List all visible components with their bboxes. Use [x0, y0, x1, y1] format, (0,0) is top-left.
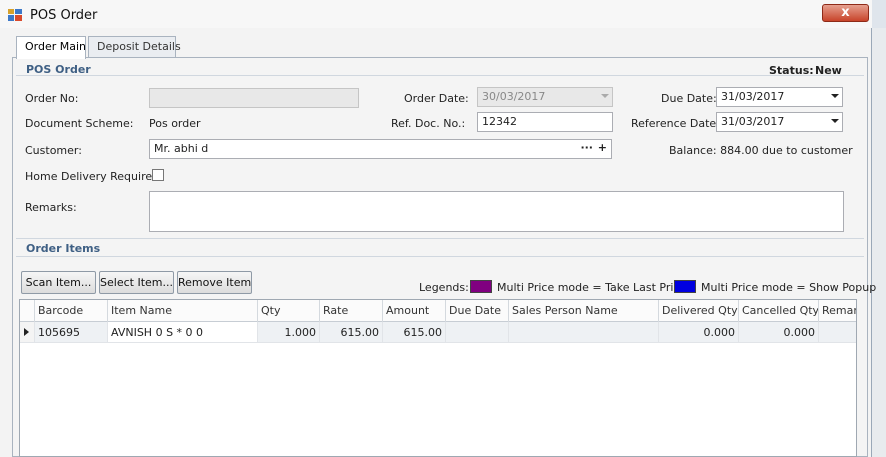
chevron-down-icon[interactable]	[831, 119, 839, 123]
window-title: POS Order	[30, 8, 98, 23]
background-window-edge	[872, 28, 886, 457]
ellipsis-icon[interactable]: ···	[580, 141, 593, 154]
customer-value: Mr. abhi d	[154, 142, 209, 155]
add-icon[interactable]: +	[598, 141, 607, 154]
pos-order-window: POS Order x Order Main Deposit Details P…	[0, 0, 876, 457]
column-header-cancelled-qty[interactable]: Cancelled Qty	[739, 300, 819, 322]
column-header-qty[interactable]: Qty	[258, 300, 320, 322]
column-header-amount[interactable]: Amount	[383, 300, 446, 322]
order-date-value: 30/03/2017	[482, 90, 546, 103]
scan-item-button[interactable]: Scan Item...	[21, 271, 96, 294]
column-header-item-name[interactable]: Item Name	[108, 300, 258, 322]
tab-order-main[interactable]: Order Main	[16, 36, 86, 59]
remarks-label: Remarks:	[25, 201, 77, 214]
ref-doc-no-input[interactable]: 12342	[477, 112, 613, 132]
remarks-textarea[interactable]	[149, 191, 844, 232]
tab-deposit-details[interactable]: Deposit Details	[88, 36, 181, 58]
column-header-remarks[interactable]: Remar	[819, 300, 856, 322]
app-icon	[8, 9, 22, 21]
section-divider	[16, 256, 864, 257]
cell-remarks[interactable]	[819, 322, 856, 343]
select-item-button[interactable]: Select Item...	[99, 271, 174, 294]
grid-header: Barcode Item Name Qty Rate Amount Due Da…	[20, 300, 856, 322]
row-selector[interactable]	[20, 322, 35, 343]
order-no-label: Order No:	[25, 92, 79, 105]
reference-date-label: Reference Date:	[631, 117, 720, 130]
customer-balance: Balance: 884.00 due to customer	[669, 144, 853, 157]
row-header-corner	[20, 300, 35, 322]
chevron-down-icon[interactable]	[831, 94, 839, 98]
cell-amount[interactable]: 615.00	[383, 322, 446, 343]
cell-due-date[interactable]	[446, 322, 509, 343]
remove-item-button[interactable]: Remove Item	[177, 271, 252, 294]
order-items-grid[interactable]: Barcode Item Name Qty Rate Amount Due Da…	[19, 299, 857, 457]
status-value: New	[815, 64, 842, 77]
column-header-sales-person[interactable]: Sales Person Name	[509, 300, 659, 322]
ref-doc-no-label: Ref. Doc. No.:	[391, 117, 466, 130]
customer-lookup[interactable]: Mr. abhi d ··· +	[149, 139, 612, 159]
home-delivery-label: Home Delivery Required:	[25, 170, 163, 183]
column-header-barcode[interactable]: Barcode	[35, 300, 108, 322]
reference-date-value: 31/03/2017	[721, 115, 785, 128]
reference-date-picker[interactable]: 31/03/2017	[716, 112, 843, 132]
order-no-input[interactable]	[149, 88, 359, 108]
legend-swatch-last-price	[470, 280, 492, 293]
due-date-label: Due Date:	[661, 92, 717, 105]
cell-item-name[interactable]: AVNISH 0 S * 0 0	[108, 322, 258, 343]
cell-qty[interactable]: 1.000	[258, 322, 320, 343]
title-bar: POS Order x	[0, 0, 872, 28]
cell-rate[interactable]: 615.00	[320, 322, 383, 343]
document-scheme-value: Pos order	[149, 117, 201, 130]
section-divider	[16, 238, 864, 239]
legend-swatch-popup	[674, 280, 696, 293]
home-delivery-checkbox[interactable]	[152, 169, 164, 181]
cell-cancelled-qty[interactable]: 0.000	[739, 322, 819, 343]
cell-delivered-qty[interactable]: 0.000	[659, 322, 739, 343]
due-date-picker[interactable]: 31/03/2017	[716, 87, 843, 107]
customer-label: Customer:	[25, 144, 82, 157]
current-row-icon	[24, 328, 29, 336]
status-label: Status:	[769, 64, 814, 77]
table-row[interactable]: 105695 AVNISH 0 S * 0 0 1.000 615.00 615…	[20, 322, 856, 343]
legend-text-last-price: Multi Price mode = Take Last Price	[497, 281, 687, 294]
legends-label: Legends:	[419, 281, 469, 294]
document-scheme-label: Document Scheme:	[25, 117, 134, 130]
order-date-label: Order Date:	[404, 92, 469, 105]
order-date-picker[interactable]: 30/03/2017	[477, 87, 613, 107]
cell-sales-person[interactable]	[509, 322, 659, 343]
chevron-down-icon	[601, 94, 609, 98]
column-header-due-date[interactable]: Due Date	[446, 300, 509, 322]
column-header-delivered-qty[interactable]: Delivered Qty	[659, 300, 739, 322]
due-date-value: 31/03/2017	[721, 90, 785, 103]
section-divider	[16, 75, 864, 76]
cell-barcode[interactable]: 105695	[35, 322, 108, 343]
close-button[interactable]: x	[822, 4, 869, 22]
column-header-rate[interactable]: Rate	[320, 300, 383, 322]
order-items-section-title: Order Items	[26, 242, 101, 255]
legend-text-popup: Multi Price mode = Show Popup	[701, 281, 877, 294]
